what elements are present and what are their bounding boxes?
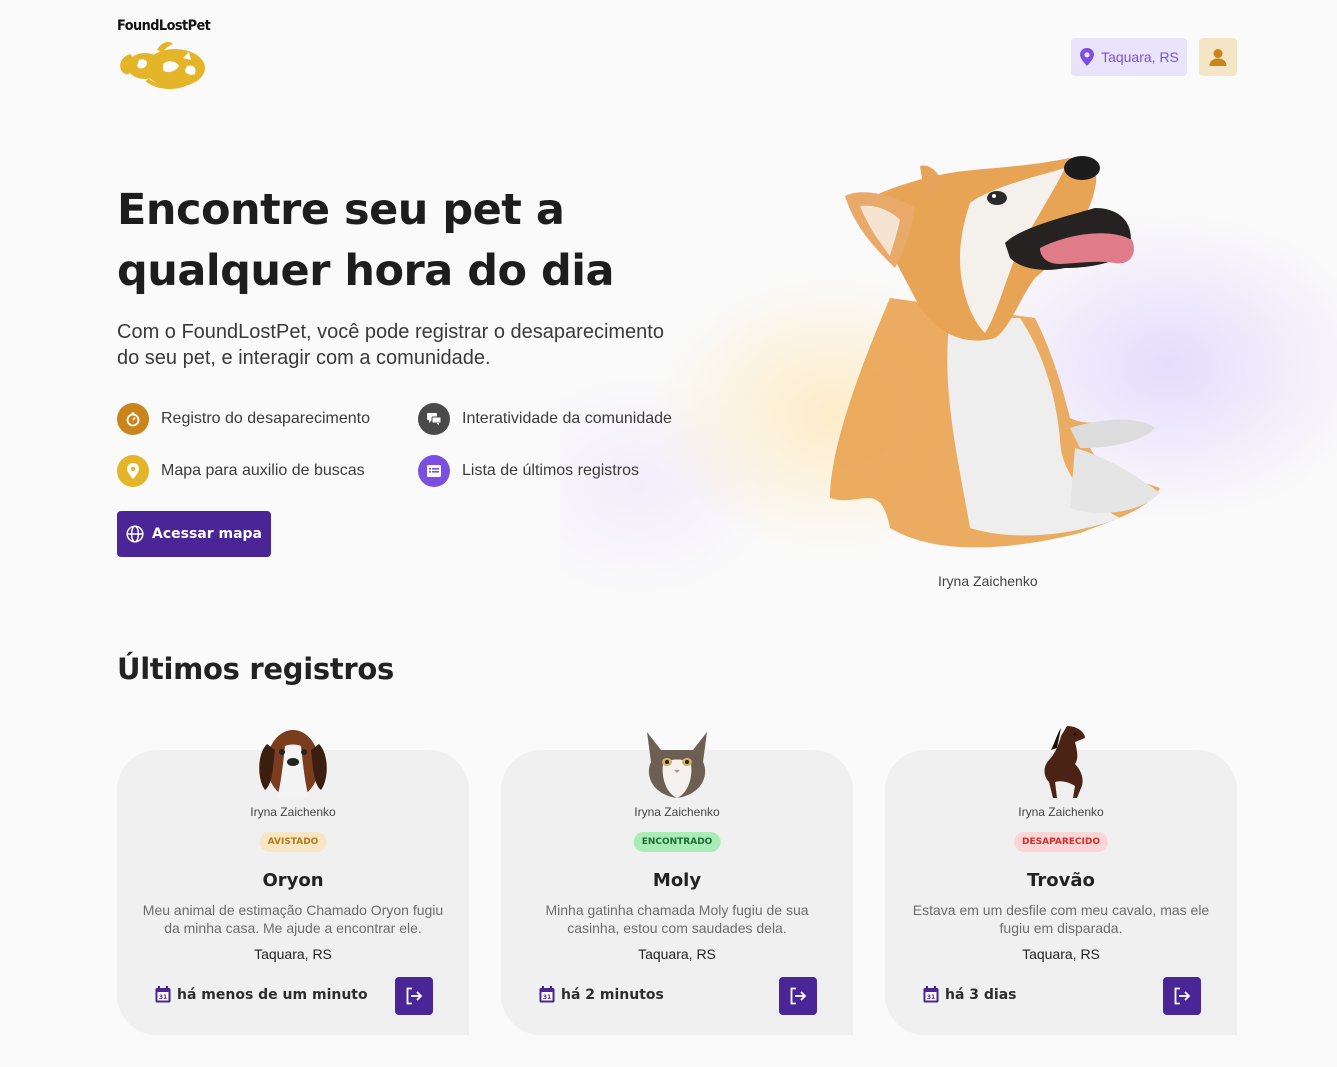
record-time-label: há 2 minutos — [561, 986, 664, 1003]
access-map-button[interactable]: Acessar mapa — [117, 511, 271, 557]
hero-dog-illustration — [820, 148, 1170, 568]
hero-title-line-2: qualquer hora do dia — [117, 246, 615, 296]
card-image-credit: Iryna Zaichenko — [250, 805, 336, 819]
user-icon — [1209, 49, 1227, 66]
status-badge: AVISTADO — [259, 832, 327, 852]
feature-mapa: Mapa para auxilio de buscas — [117, 455, 365, 487]
record-time-label: há 3 dias — [945, 986, 1017, 1003]
list-icon — [418, 455, 450, 487]
feature-interatividade: Interatividade da comunidade — [418, 403, 672, 435]
location-selector[interactable]: Taquara, RS — [1071, 38, 1187, 76]
chat-icon — [418, 403, 450, 435]
location-pin-icon — [1080, 48, 1095, 66]
svg-text:31: 31 — [159, 994, 167, 1001]
access-map-label: Acessar mapa — [151, 526, 263, 542]
status-badge: ENCONTRADO — [633, 832, 721, 852]
logo[interactable]: FoundLostPet — [117, 18, 212, 91]
feature-label: Registro do desaparecimento — [161, 410, 371, 427]
card-image-credit: Iryna Zaichenko — [634, 805, 720, 819]
user-profile-button[interactable] — [1199, 38, 1237, 76]
exit-arrow-icon — [406, 987, 423, 1005]
pet-name: Trovão — [1027, 870, 1095, 891]
calendar-icon: 31 — [923, 986, 939, 1003]
pet-location: Taquara, RS — [254, 946, 332, 962]
feature-label: Interatividade da comunidade — [462, 410, 672, 427]
open-record-button[interactable] — [1163, 977, 1201, 1015]
hero-subtitle: Com o FoundLostPet, você pode registrar … — [117, 321, 664, 369]
svg-text:31: 31 — [927, 994, 935, 1001]
pet-description: Minha gatinha chamada Moly fugiu de sua … — [545, 902, 809, 936]
pet-description: Estava em um desfile com meu cavalo, mas… — [912, 902, 1210, 936]
pet-location: Taquara, RS — [638, 946, 716, 962]
stopwatch-icon — [117, 403, 149, 435]
record-time: 31 há 2 minutos — [539, 986, 664, 1003]
record-card-oryon: Iryna Zaichenko AVISTADO Oryon Meu anima… — [117, 730, 469, 1035]
cat-photo — [647, 732, 707, 798]
calendar-icon: 31 — [155, 986, 171, 1003]
feature-label: Lista de últimos registros — [462, 462, 639, 479]
record-time: 31 há menos de um minuto — [155, 986, 368, 1003]
feature-lista: Lista de últimos registros — [418, 455, 639, 487]
horse-photo — [1044, 726, 1085, 798]
feature-registro: Registro do desaparecimento — [117, 403, 370, 435]
open-record-button[interactable] — [395, 977, 433, 1015]
logo-pets-icon — [120, 42, 205, 89]
record-time-label: há menos de um minuto — [177, 986, 368, 1003]
exit-arrow-icon — [790, 987, 807, 1005]
feature-label: Mapa para auxilio de buscas — [161, 462, 365, 479]
logo-text: FoundLostPet — [117, 18, 211, 34]
pet-description: Meu animal de estimação Chamado Oryon fu… — [142, 902, 444, 936]
pet-name: Moly — [652, 870, 702, 891]
dog-photo — [259, 730, 327, 798]
exit-arrow-icon — [1174, 987, 1191, 1005]
pet-location: Taquara, RS — [1022, 946, 1100, 962]
record-card-trovao: Iryna Zaichenko DESAPARECIDO Trovão Esta… — [885, 726, 1237, 1035]
hero-image-credit: Iryna Zaichenko — [938, 573, 1038, 589]
hero-title: Encontre seu pet a qualquer hora do dia — [117, 180, 717, 302]
svg-text:31: 31 — [543, 994, 551, 1001]
card-image-credit: Iryna Zaichenko — [1018, 805, 1104, 819]
map-pin-icon — [117, 455, 149, 487]
record-time: 31 há 3 dias — [923, 986, 1017, 1003]
calendar-icon: 31 — [539, 986, 555, 1003]
globe-icon — [126, 525, 144, 543]
hero-title-line-1: Encontre seu pet a — [117, 185, 565, 235]
open-record-button[interactable] — [779, 977, 817, 1015]
record-card-moly: Iryna Zaichenko ENCONTRADO Moly Minha ga… — [501, 732, 853, 1035]
location-label: Taquara, RS — [1101, 49, 1179, 65]
latest-records-title: Últimos registros — [117, 652, 394, 686]
status-badge: DESAPARECIDO — [1014, 832, 1108, 852]
pet-name: Oryon — [262, 870, 324, 891]
